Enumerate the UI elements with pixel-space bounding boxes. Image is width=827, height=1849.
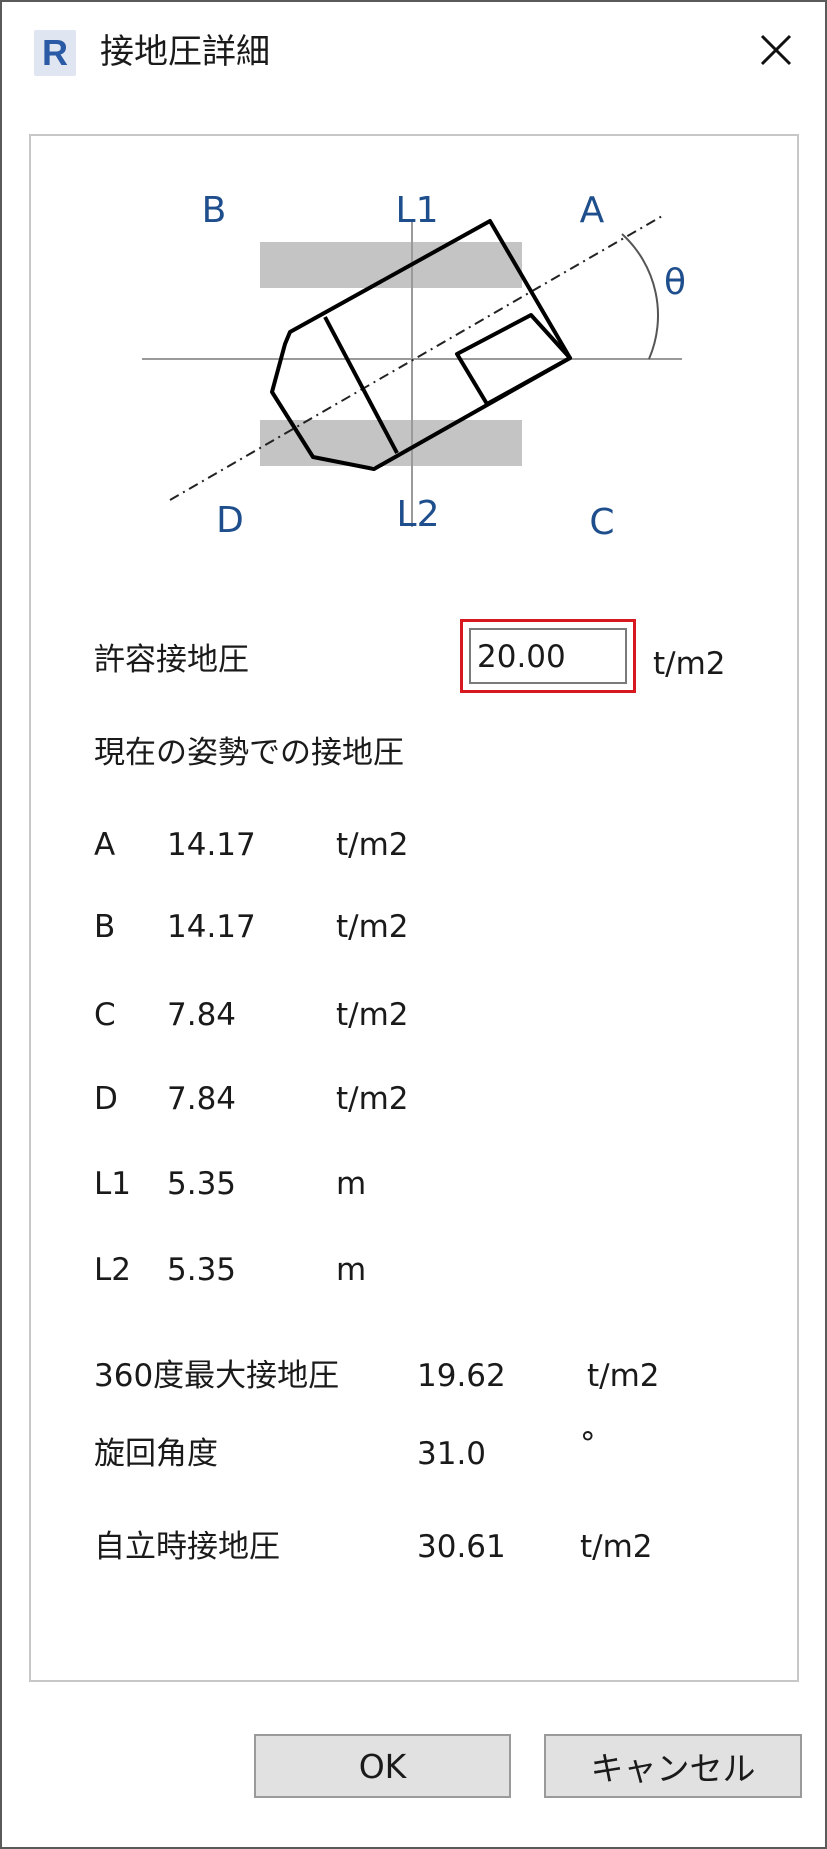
summary-unit: t/m2 <box>580 1529 653 1565</box>
row-unit: t/m2 <box>336 909 409 945</box>
row-name: L2 <box>94 1252 131 1288</box>
row-value: 7.84 <box>167 1081 237 1117</box>
summary-label: 旋回角度 <box>94 1436 218 1472</box>
label-theta: θ <box>664 262 686 303</box>
allowable-pressure-label: 許容接地圧 <box>94 642 249 678</box>
row-name: D <box>94 1081 118 1117</box>
title-bar: R 接地圧詳細 <box>2 2 825 102</box>
row-value: 5.35 <box>167 1252 237 1288</box>
row-value: 5.35 <box>167 1166 237 1202</box>
row-unit: t/m2 <box>336 1081 409 1117</box>
allowable-pressure-unit: t/m2 <box>653 646 726 682</box>
row-value: 14.17 <box>167 827 256 863</box>
ground-pressure-diagram: B L1 A θ D L2 C <box>142 190 686 543</box>
revit-app-icon: R <box>34 30 76 76</box>
row-unit: m <box>336 1252 367 1288</box>
row-name: A <box>94 827 116 863</box>
label-b: B <box>202 190 227 231</box>
dialog-window: R 接地圧詳細 B L1 A θ D L2 C 許容接地圧 20.00 t/m2… <box>0 0 827 1849</box>
summary-label: 自立時接地圧 <box>94 1529 280 1565</box>
cancel-button[interactable]: キャンセル <box>544 1734 802 1798</box>
close-icon <box>760 34 792 66</box>
outrigger-pad-top <box>260 242 522 288</box>
dialog-title: 接地圧詳細 <box>100 32 270 72</box>
row-name: L1 <box>94 1166 131 1202</box>
summary-value: 19.62 <box>417 1358 506 1394</box>
row-name: B <box>94 909 116 945</box>
close-button[interactable] <box>754 28 798 72</box>
allowable-pressure-input[interactable]: 20.00 <box>469 628 627 684</box>
label-l1: L1 <box>396 190 439 231</box>
ok-button[interactable]: OK <box>254 1734 511 1798</box>
label-d: D <box>216 500 244 541</box>
summary-label: 360度最大接地圧 <box>94 1358 340 1394</box>
summary-value: 31.0 <box>417 1436 487 1472</box>
summary-unit: t/m2 <box>587 1358 660 1394</box>
row-value: 14.17 <box>167 909 256 945</box>
label-l2: L2 <box>397 494 440 535</box>
theta-arc <box>621 233 659 360</box>
label-a: A <box>580 190 605 231</box>
row-unit: t/m2 <box>336 997 409 1033</box>
current-pressure-heading: 現在の姿勢での接地圧 <box>94 735 404 771</box>
row-unit: m <box>336 1166 367 1202</box>
summary-value: 30.61 <box>417 1529 506 1565</box>
row-value: 7.84 <box>167 997 237 1033</box>
allowable-pressure-field-highlight: 20.00 <box>460 619 636 693</box>
row-name: C <box>94 997 116 1033</box>
row-unit: t/m2 <box>336 827 409 863</box>
summary-unit: ° <box>580 1426 596 1462</box>
label-c: C <box>589 502 614 543</box>
